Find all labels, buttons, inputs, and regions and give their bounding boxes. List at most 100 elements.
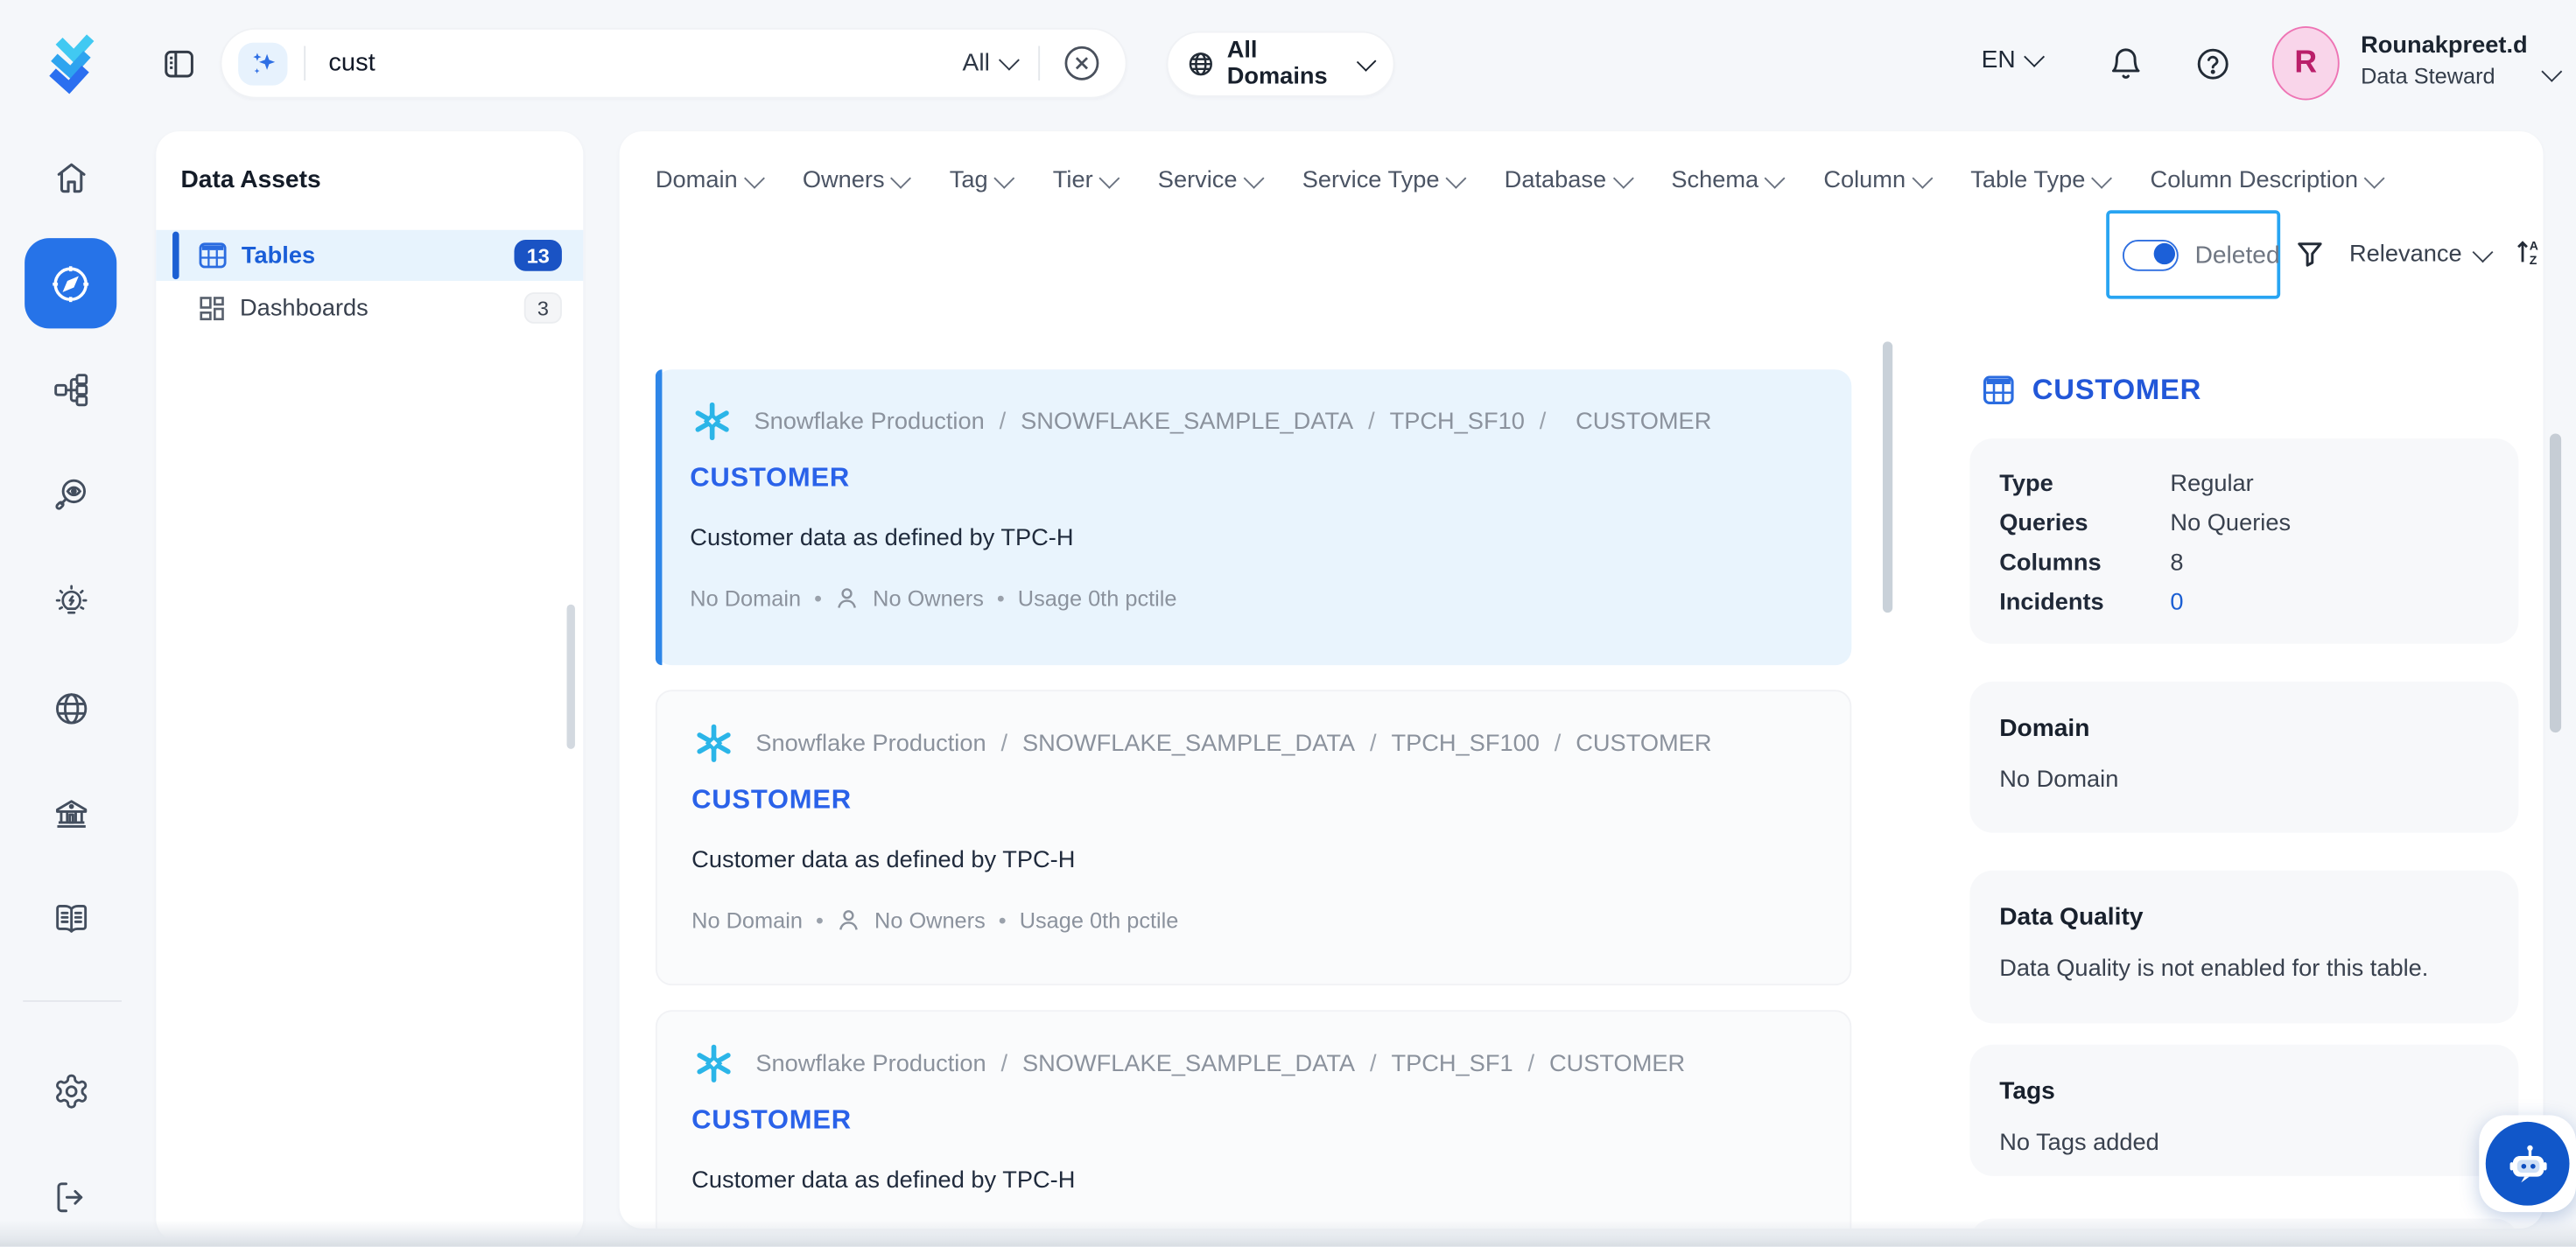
- table-icon: [199, 242, 227, 270]
- summary-row: Columns 8: [1999, 543, 2518, 583]
- summary-value: No Queries: [2170, 511, 2291, 537]
- sidebar-item-home[interactable]: [38, 144, 103, 210]
- result-card-customer-sf1[interactable]: Snowflake Production / SNOWFLAKE_SAMPLE_…: [656, 1010, 1851, 1229]
- domain-selector[interactable]: All Domains: [1167, 32, 1395, 97]
- filter-label: Service Type: [1302, 167, 1440, 193]
- globe-icon: [52, 689, 89, 726]
- result-title-link[interactable]: CUSTOMER: [690, 463, 850, 494]
- app-root: All All Domains EN: [0, 0, 2576, 1247]
- chat-widget-button[interactable]: [2479, 1115, 2576, 1212]
- advanced-filter-button[interactable]: [2295, 240, 2325, 270]
- summary-label: Columns: [1999, 550, 2170, 577]
- sidebar-item-settings[interactable]: [38, 1058, 103, 1124]
- meta-domain: No Domain: [690, 586, 801, 611]
- breadcrumb-database[interactable]: SNOWFLAKE_SAMPLE_DATA: [1022, 1050, 1355, 1076]
- breadcrumb-schema[interactable]: TPCH_SF100: [1391, 730, 1539, 756]
- filter-owners[interactable]: Owners: [803, 167, 909, 193]
- user-info[interactable]: Rounakpreet.d Data Steward: [2361, 32, 2528, 92]
- robot-chat-icon: [2502, 1138, 2554, 1190]
- result-description: Customer data as defined by TPC-H: [691, 1167, 1075, 1194]
- page-scrollbar[interactable]: [2550, 434, 2561, 733]
- deleted-toggle[interactable]: [2123, 239, 2179, 270]
- sidebar-item-lineage[interactable]: [38, 356, 103, 422]
- filter-tier[interactable]: Tier: [1053, 167, 1117, 193]
- filter-table-type[interactable]: Table Type: [1970, 167, 2109, 193]
- help-button[interactable]: [2195, 46, 2231, 82]
- filter-service-type[interactable]: Service Type: [1302, 167, 1463, 193]
- filter-bar: Domain Owners Tag Tier Service Service T…: [656, 167, 2382, 193]
- bank-icon: [52, 795, 89, 833]
- breadcrumb-table[interactable]: CUSTOMER: [1549, 1050, 1685, 1076]
- avatar-initial: R: [2294, 46, 2317, 81]
- asset-type-tables[interactable]: Tables 13: [156, 230, 583, 281]
- breadcrumb-separator: /: [1555, 730, 1562, 756]
- filter-schema[interactable]: Schema: [1671, 167, 1782, 193]
- panel-scrollbar[interactable]: [567, 605, 575, 749]
- sidebar-toggle-button[interactable]: [163, 47, 196, 81]
- clear-search-button[interactable]: [1063, 45, 1100, 82]
- incidents-count-link[interactable]: 0: [2170, 590, 2183, 616]
- detail-panel-title[interactable]: CUSTOMER: [2032, 373, 2201, 407]
- global-search-input[interactable]: [328, 48, 962, 78]
- svg-text:A: A: [2530, 239, 2538, 253]
- sort-field-dropdown[interactable]: Relevance: [2349, 242, 2489, 268]
- filter-label: Table Type: [1970, 167, 2085, 193]
- domain-selector-label: All Domains: [1227, 38, 1348, 90]
- filter-label: Owners: [803, 167, 885, 193]
- result-title-link[interactable]: CUSTOMER: [691, 785, 852, 816]
- breadcrumb-table[interactable]: CUSTOMER: [1576, 730, 1711, 756]
- sort-order-button[interactable]: A Z: [2514, 236, 2544, 268]
- summary-row: Incidents 0: [1999, 583, 2518, 622]
- summary-row: Type Regular: [1999, 465, 2518, 504]
- breadcrumb-separator: /: [1001, 730, 1008, 756]
- filter-column-description[interactable]: Column Description: [2151, 167, 2383, 193]
- snowflake-icon: [691, 1041, 736, 1086]
- breadcrumb-table[interactable]: CUSTOMER: [1576, 408, 1711, 434]
- filter-label: Domain: [656, 167, 738, 193]
- notifications-button[interactable]: [2108, 46, 2144, 82]
- detail-domain-box: Domain No Domain: [1969, 682, 2518, 833]
- result-card-customer-sf100[interactable]: Snowflake Production / SNOWFLAKE_SAMPLE_…: [656, 690, 1851, 985]
- help-circle-icon: [2195, 46, 2231, 82]
- sidebar-item-observability[interactable]: [38, 461, 103, 527]
- avatar[interactable]: R: [2272, 26, 2340, 100]
- sidebar-item-glossary[interactable]: [38, 886, 103, 951]
- breadcrumb-service[interactable]: Snowflake Production: [755, 408, 985, 434]
- filter-service[interactable]: Service: [1158, 167, 1261, 193]
- user-menu-chevron-icon[interactable]: [2542, 60, 2562, 81]
- ai-search-chip[interactable]: [238, 42, 287, 85]
- results-scrollbar[interactable]: [1883, 341, 1892, 613]
- sidebar-item-govern[interactable]: [38, 781, 103, 847]
- chevron-down-icon: [892, 167, 912, 187]
- breadcrumb-schema[interactable]: TPCH_SF10: [1390, 408, 1525, 434]
- filter-column[interactable]: Column: [1823, 167, 1929, 193]
- section-title: Domain: [1999, 714, 2089, 742]
- breadcrumb-service[interactable]: Snowflake Production: [755, 1050, 986, 1076]
- breadcrumb-database[interactable]: SNOWFLAKE_SAMPLE_DATA: [1022, 730, 1355, 756]
- language-selector[interactable]: EN: [1982, 46, 2041, 74]
- toggle-knob: [2153, 243, 2174, 264]
- breadcrumb-database[interactable]: SNOWFLAKE_SAMPLE_DATA: [1021, 408, 1353, 434]
- deleted-toggle-label: Deleted: [2195, 241, 2280, 269]
- app-logo[interactable]: [39, 30, 105, 95]
- breadcrumb-separator: /: [1001, 1050, 1008, 1076]
- chevron-down-icon: [2025, 46, 2045, 67]
- filter-label: Column: [1823, 167, 1906, 193]
- result-card-customer-sf10[interactable]: Snowflake Production / SNOWFLAKE_SAMPLE_…: [656, 369, 1851, 665]
- filter-database[interactable]: Database: [1505, 167, 1631, 193]
- chevron-down-icon: [999, 50, 1019, 70]
- result-title-link[interactable]: CUSTOMER: [691, 1105, 852, 1137]
- sidebar-item-domains[interactable]: [38, 675, 103, 740]
- sidebar-item-explore[interactable]: [25, 238, 116, 328]
- search-scope-dropdown[interactable]: All: [963, 49, 1015, 77]
- breadcrumb-schema[interactable]: TPCH_SF1: [1391, 1050, 1513, 1076]
- chevron-down-icon: [1100, 167, 1120, 187]
- asset-type-dashboards[interactable]: Dashboards 3: [156, 283, 583, 333]
- search-divider: [304, 46, 305, 81]
- snowflake-icon: [690, 399, 734, 444]
- filter-tag[interactable]: Tag: [950, 167, 1012, 193]
- filter-domain[interactable]: Domain: [656, 167, 762, 193]
- deleted-toggle-group: Deleted: [2106, 210, 2280, 298]
- breadcrumb-service[interactable]: Snowflake Production: [755, 730, 986, 756]
- sidebar-item-insights[interactable]: [38, 568, 103, 634]
